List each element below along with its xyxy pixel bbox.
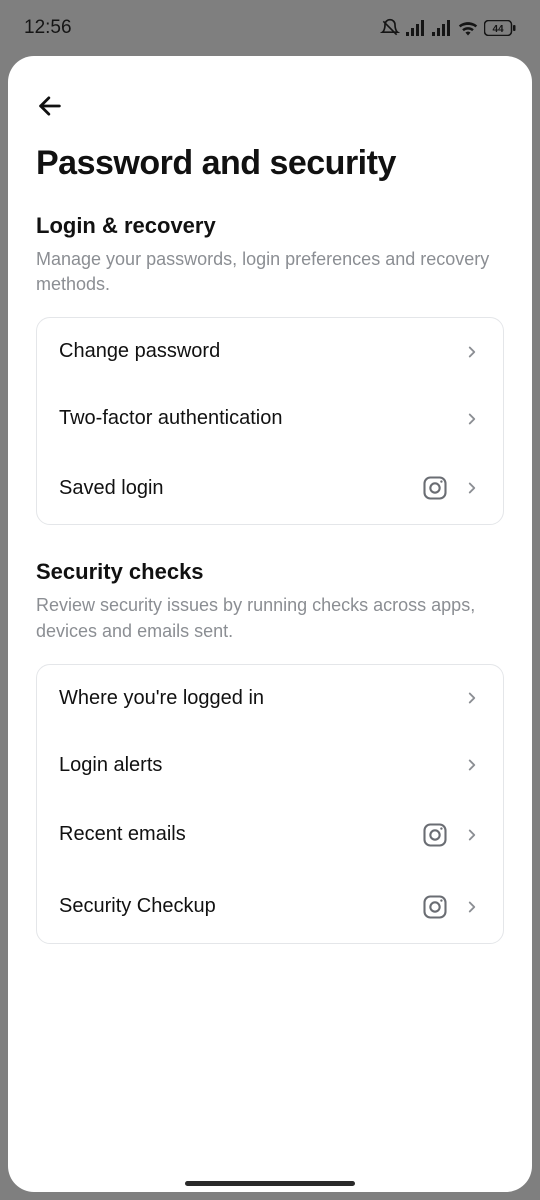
row-label: Recent emails <box>59 823 407 846</box>
dnd-mute-icon <box>380 18 400 38</box>
back-button[interactable] <box>36 90 68 122</box>
chevron-right-icon <box>463 898 481 916</box>
status-icons: 44 <box>380 18 516 38</box>
chevron-right-icon <box>463 410 481 428</box>
row-security-checkup[interactable]: Security Checkup <box>37 871 503 943</box>
security-checks-card: Where you're logged in Login alerts Rece… <box>36 664 504 944</box>
section-security-checks-title: Security checks <box>36 559 504 585</box>
row-label: Saved login <box>59 477 407 500</box>
arrow-left-icon <box>36 92 64 120</box>
row-two-factor-authentication[interactable]: Two-factor authentication <box>37 385 503 452</box>
wifi-icon <box>458 20 478 36</box>
chevron-right-icon <box>463 343 481 361</box>
chevron-right-icon <box>463 479 481 497</box>
row-where-logged-in[interactable]: Where you're logged in <box>37 665 503 732</box>
instagram-icon <box>421 474 449 502</box>
row-label: Two-factor authentication <box>59 407 449 430</box>
row-saved-login[interactable]: Saved login <box>37 452 503 524</box>
row-label: Security Checkup <box>59 895 407 918</box>
svg-text:44: 44 <box>492 24 504 35</box>
chevron-right-icon <box>463 826 481 844</box>
signal-icon-1 <box>406 20 426 36</box>
signal-icon-2 <box>432 20 452 36</box>
instagram-icon <box>421 821 449 849</box>
login-recovery-card: Change password Two-factor authenticatio… <box>36 317 504 525</box>
app-card: Password and security Login & recovery M… <box>8 56 532 1192</box>
battery-icon: 44 <box>484 20 516 36</box>
row-change-password[interactable]: Change password <box>37 318 503 385</box>
status-bar: 12:56 44 <box>0 0 540 56</box>
home-indicator[interactable] <box>185 1181 355 1186</box>
instagram-icon <box>421 893 449 921</box>
row-label: Where you're logged in <box>59 687 449 710</box>
section-login-recovery-desc: Manage your passwords, login preferences… <box>36 247 504 297</box>
status-time: 12:56 <box>24 17 72 39</box>
row-login-alerts[interactable]: Login alerts <box>37 732 503 799</box>
row-recent-emails[interactable]: Recent emails <box>37 799 503 871</box>
chevron-right-icon <box>463 689 481 707</box>
chevron-right-icon <box>463 756 481 774</box>
row-label: Login alerts <box>59 754 449 777</box>
section-security-checks-desc: Review security issues by running checks… <box>36 593 504 643</box>
page-title: Password and security <box>36 144 504 183</box>
section-login-recovery-title: Login & recovery <box>36 213 504 239</box>
row-label: Change password <box>59 340 449 363</box>
